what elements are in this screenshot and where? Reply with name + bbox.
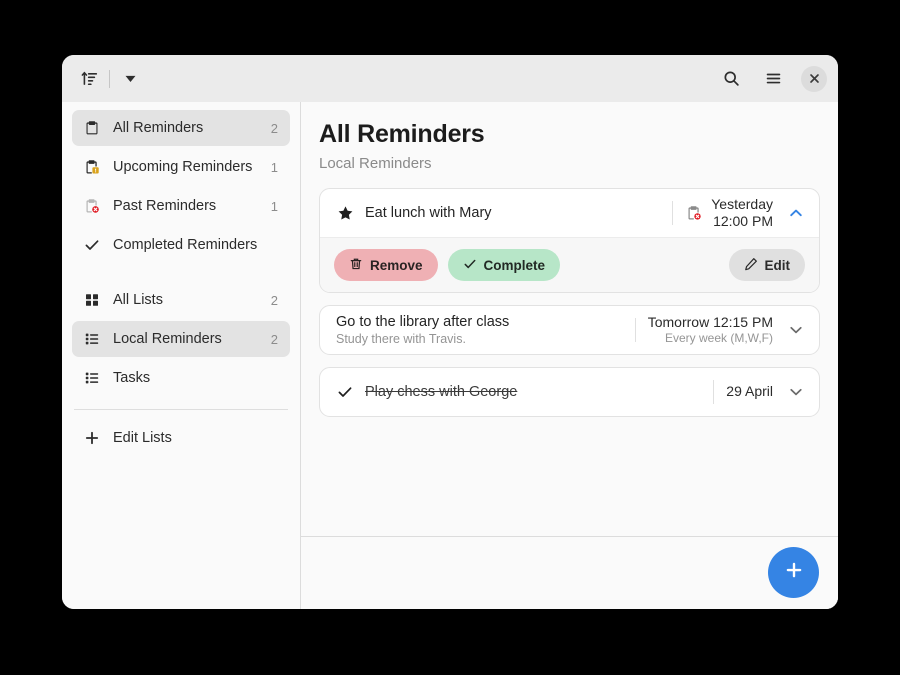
list-icon [82,368,102,388]
reminder-title: Play chess with George [365,384,518,400]
reminder-title: Eat lunch with Mary [365,205,492,221]
reminder-card: Eat lunch with Mary Yesterday 12:00 PM R… [319,188,820,293]
reminder-subtitle: Study there with Travis. [336,332,466,346]
remove-button[interactable]: Remove [334,249,438,281]
reminder-date-block: Tomorrow 12:15 PM Every week (M,W,F) [648,314,773,347]
reminder-titles: Play chess with George [365,384,517,400]
sidebar-item-count: 2 [270,292,278,308]
reminder-actions: Remove Complete Edit [320,237,819,292]
reminder-date-block: Yesterday 12:00 PM [711,196,773,231]
reminder-main: Go to the library after class Study ther… [336,314,627,346]
clipboard-icon [82,118,102,138]
page-title: All Reminders [319,120,485,148]
reminder-time: 12:00 PM [713,213,773,229]
reminder-date-area: Tomorrow 12:15 PM Every week (M,W,F) [648,314,809,347]
reminder-divider [713,380,715,404]
reminder-divider [634,318,636,342]
sidebar-item-count: 2 [270,331,278,347]
reminder-row[interactable]: Go to the library after class Study ther… [320,306,819,354]
clipboard-past-icon [685,205,702,222]
header-right-controls [717,65,827,93]
reminders-scroll-area: All Reminders Local Reminders Eat lunch … [301,102,838,536]
sidebar-item-local-reminders[interactable]: Local Reminders 2 [72,321,290,357]
clipboard-upcoming-icon [82,157,102,177]
window-body: All Reminders 2 Upcoming Reminders 1 Pas… [62,102,838,609]
reminder-date: Yesterday [711,195,773,212]
edit-button-label: Edit [764,257,791,273]
reminder-title: Go to the library after class [336,314,510,330]
sidebar-item-label: Completed Reminders [113,237,258,253]
reminder-titles: Go to the library after class Study ther… [336,314,509,346]
complete-button[interactable]: Complete [447,249,561,281]
plus-icon [784,560,804,585]
sidebar-item-label: Past Reminders [113,198,217,214]
sidebar-item-label: Upcoming Reminders [113,159,253,175]
reminder-divider [672,201,674,225]
sidebar-item-label: Tasks [113,370,151,386]
reminder-main: Eat lunch with Mary [336,204,664,222]
sidebar-item-all-lists[interactable]: All Lists 2 [72,282,290,318]
clipboard-past-icon [82,196,102,216]
sidebar-item-label: Edit Lists [113,430,172,446]
reminder-date-area: 29 April [726,379,809,405]
sidebar-item-tasks[interactable]: Tasks [72,360,290,396]
sidebar-item-count: 1 [270,159,278,175]
hamburger-menu-icon[interactable] [759,65,787,93]
grid-icon [82,290,102,310]
sidebar-item-all-reminders[interactable]: All Reminders 2 [72,110,290,146]
edit-button[interactable]: Edit [728,249,805,281]
sidebar-item-upcoming-reminders[interactable]: Upcoming Reminders 1 [72,149,290,185]
header-left-controls [75,65,144,93]
sidebar: All Reminders 2 Upcoming Reminders 1 Pas… [62,102,301,609]
reminder-date: 29 April [726,383,773,400]
add-reminder-button[interactable] [768,547,819,598]
complete-button-label: Complete [483,257,546,273]
chevron-down-icon[interactable] [116,65,144,93]
reminder-date-area: Yesterday 12:00 PM [685,196,809,231]
main-content: All Reminders Local Reminders Eat lunch … [301,102,838,609]
check-icon [82,235,102,255]
pencil-icon [744,257,758,274]
sidebar-item-label: Local Reminders [113,331,222,347]
header-bar [62,55,838,102]
reminder-date-block: 29 April [726,383,773,401]
page-subtitle: Local Reminders [319,155,432,172]
reminder-row[interactable]: Eat lunch with Mary Yesterday 12:00 PM [320,189,819,237]
list-icon [82,329,102,349]
remove-button-label: Remove [370,257,423,273]
trash-icon [349,257,363,274]
sidebar-item-count: 2 [270,120,278,136]
check-icon [463,257,477,274]
plus-icon [82,428,102,448]
close-icon[interactable] [801,65,827,92]
sidebar-item-edit-lists[interactable]: Edit Lists [72,420,290,456]
reminder-date: Tomorrow 12:15 PM [647,313,773,330]
app-window: All Reminders 2 Upcoming Reminders 1 Pas… [62,55,838,609]
sort-ascending-icon[interactable] [75,65,103,93]
sidebar-item-completed-reminders[interactable]: Completed Reminders [72,227,290,263]
sidebar-item-label: All Reminders [113,120,204,136]
sidebar-item-past-reminders[interactable]: Past Reminders 1 [72,188,290,224]
reminder-main: Play chess with George [336,383,705,401]
search-icon[interactable] [717,65,745,93]
reminder-titles: Eat lunch with Mary [365,205,492,221]
check-icon [336,383,354,401]
reminder-recurrence: Every week (M,W,F) [664,331,773,346]
bottom-bar [301,536,838,609]
toolbar-divider [109,69,110,88]
star-icon [336,204,354,222]
reminder-card: Play chess with George 29 April [319,367,820,417]
chevron-down-icon[interactable] [783,379,809,405]
reminder-row[interactable]: Play chess with George 29 April [320,368,819,416]
chevron-up-icon[interactable] [783,200,809,226]
sidebar-item-label: All Lists [113,292,163,308]
chevron-down-icon[interactable] [783,317,809,343]
reminder-card: Go to the library after class Study ther… [319,305,820,355]
sidebar-item-count: 1 [270,198,278,214]
sidebar-divider [74,409,288,410]
